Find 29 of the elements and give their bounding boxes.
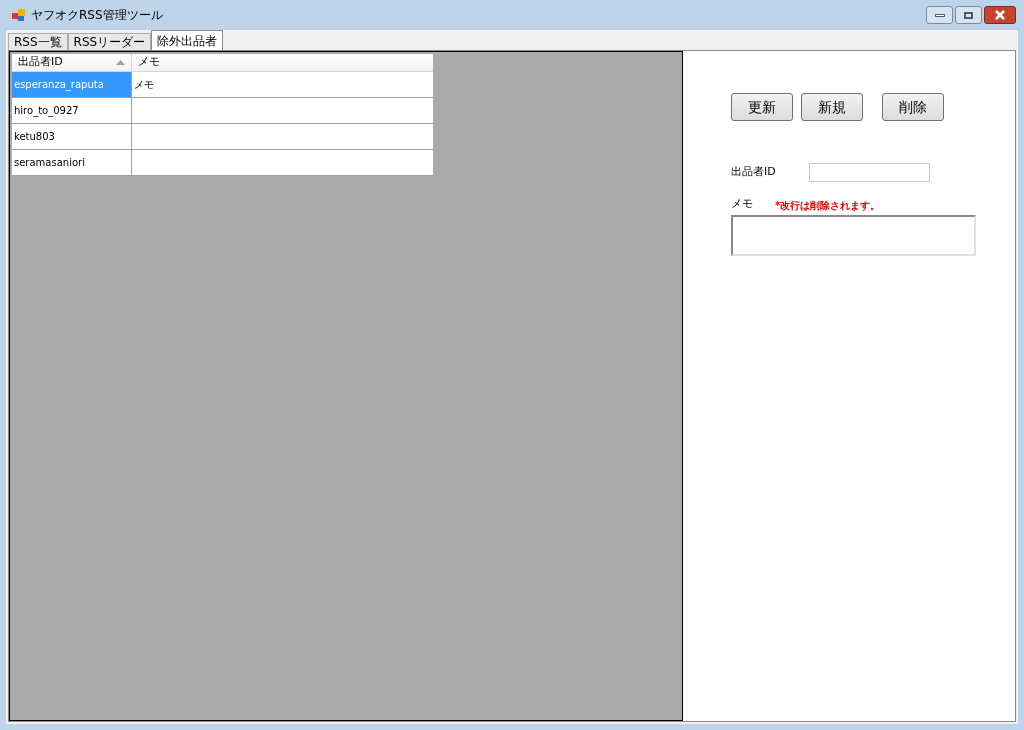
field-label: メモ xyxy=(731,196,754,212)
sort-arrow-icon xyxy=(116,60,125,65)
close-button[interactable] xyxy=(984,6,1016,24)
table-row[interactable]: hiro_to_0927 xyxy=(12,98,433,124)
window-title: ヤフオクRSS管理ツール xyxy=(31,7,163,24)
app-icon xyxy=(12,8,26,22)
input-field[interactable] xyxy=(809,163,930,182)
table-row[interactable]: ketu803 xyxy=(12,124,433,150)
minimize-button[interactable] xyxy=(926,6,953,24)
tab[interactable]: RSS一覧 xyxy=(8,33,68,50)
tab[interactable]: RSSリーダー xyxy=(67,33,152,50)
action-button[interactable]: 新規 xyxy=(801,93,863,121)
field-label: 出品者ID xyxy=(731,164,777,181)
table-cell: ketu803 xyxy=(12,124,132,149)
column-header[interactable]: メモ xyxy=(132,54,432,71)
table-cell: hiro_to_0927 xyxy=(12,98,132,123)
close-icon xyxy=(994,10,1006,20)
tab[interactable]: 除外出品者 xyxy=(151,30,224,50)
table-row[interactable]: seramasaniori xyxy=(12,150,433,176)
table-cell: esperanza_raputa xyxy=(12,72,132,97)
note-text: *改行は削除されます。 xyxy=(775,198,881,213)
column-header[interactable]: 出品者ID xyxy=(12,54,132,71)
action-button[interactable]: 更新 xyxy=(731,93,793,121)
action-button[interactable]: 削除 xyxy=(882,93,944,121)
table-cell: seramasaniori xyxy=(12,150,132,175)
table-cell-text: メモ xyxy=(133,78,155,92)
maximize-button[interactable] xyxy=(955,6,982,24)
table-row[interactable]: esperanza_raputa メモ xyxy=(12,72,433,98)
memo-field[interactable] xyxy=(731,214,976,256)
